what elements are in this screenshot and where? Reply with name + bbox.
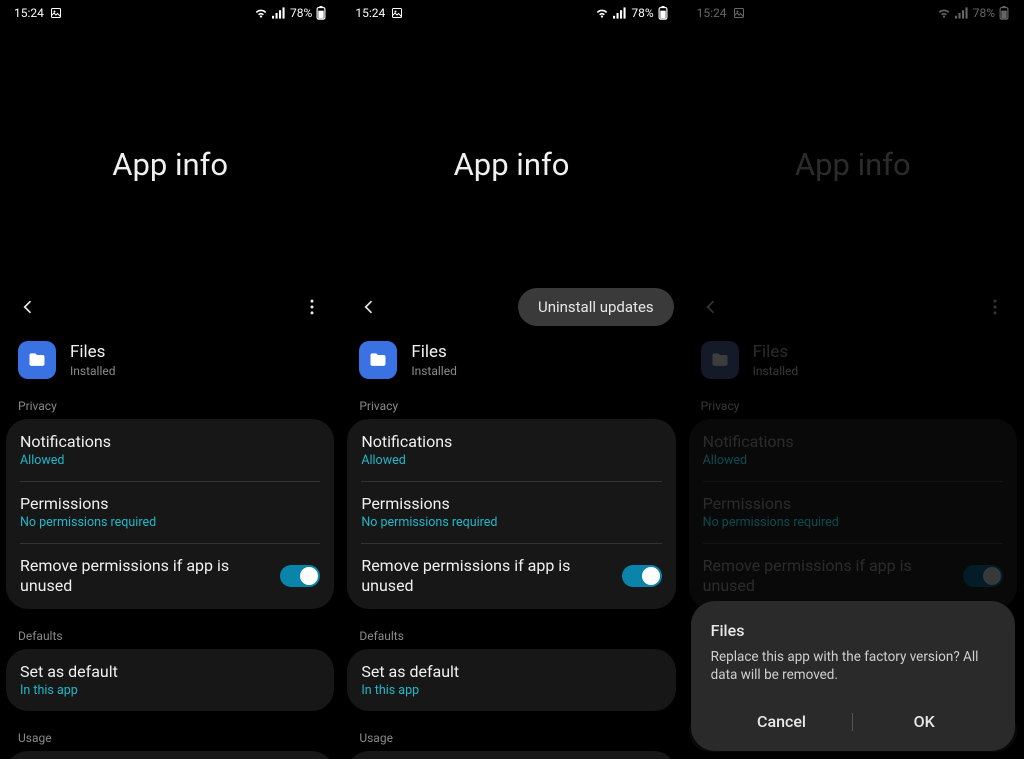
app-identity-row: Files Installed [0,331,340,393]
set-as-default-item[interactable]: Set as default In this app [347,649,675,711]
image-icon [391,7,403,19]
app-status: Installed [70,364,116,378]
phone-screen-2: 15:24 78% App info Uninstall updates [341,0,682,759]
defaults-card: Set as default In this app [347,649,675,711]
notifications-sub: Allowed [20,453,320,468]
section-header-defaults: Defaults [341,623,681,649]
remove-permissions-toggle[interactable] [280,565,320,587]
dialog-title: Files [711,621,995,640]
confirm-dialog: Files Replace this app with the factory … [691,601,1015,751]
status-bar: 15:24 78% [341,0,681,24]
set-as-default-item[interactable]: Set as default In this app [6,649,334,711]
remove-permissions-item[interactable]: Remove permissions if app is unused [6,543,334,609]
dialog-message: Replace this app with the factory versio… [711,648,995,684]
remove-permissions-toggle[interactable] [622,565,662,587]
phone-screen-1: 15:24 78% App info [0,0,341,759]
wifi-icon [595,7,609,19]
wifi-icon [254,7,268,19]
status-bar: 15:24 78% [0,0,340,24]
set-as-default-title: Set as default [361,662,661,681]
status-time: 15:24 [14,6,44,20]
phone-screen-3: 15:24 78% App info [683,0,1024,759]
permissions-sub: No permissions required [20,515,320,530]
cancel-button[interactable]: Cancel [711,706,853,737]
section-header-privacy: Privacy [341,393,681,419]
signal-icon [613,7,627,19]
section-header-usage: Usage [341,725,681,751]
toolbar [0,283,340,331]
notifications-item[interactable]: Notifications Allowed [347,419,675,481]
section-header-privacy: Privacy [0,393,340,419]
status-time: 15:24 [355,6,385,20]
battery-icon [658,6,668,20]
section-header-usage: Usage [0,725,340,751]
permissions-item[interactable]: Permissions No permissions required [347,481,675,543]
set-as-default-title: Set as default [20,662,320,681]
image-icon [50,7,62,19]
folder-icon [18,341,56,379]
mobile-data-item[interactable]: Mobile data No data used [6,751,334,759]
defaults-card: Set as default In this app [6,649,334,711]
status-battery-text: 78% [290,6,312,20]
battery-icon [316,6,326,20]
app-name: Files [70,342,116,362]
remove-permissions-title: Remove permissions if app is unused [361,556,611,596]
uninstall-updates-button[interactable]: Uninstall updates [518,288,674,326]
notifications-title: Notifications [361,432,661,451]
notifications-title: Notifications [20,432,320,451]
signal-icon [272,7,286,19]
notifications-sub: Allowed [361,453,661,468]
usage-card: Mobile data No data used [347,751,675,759]
set-as-default-sub: In this app [361,683,661,698]
set-as-default-sub: In this app [20,683,320,698]
more-options-button[interactable] [292,287,332,327]
section-header-defaults: Defaults [0,623,340,649]
status-battery-text: 78% [631,6,653,20]
mobile-data-item[interactable]: Mobile data No data used [347,751,675,759]
privacy-card: Notifications Allowed Permissions No per… [347,419,675,609]
app-name: Files [411,342,457,362]
folder-icon [359,341,397,379]
usage-card: Mobile data No data used [6,751,334,759]
ok-button[interactable]: OK [853,706,995,737]
toolbar: Uninstall updates [341,283,681,331]
notifications-item[interactable]: Notifications Allowed [6,419,334,481]
back-button[interactable] [349,287,389,327]
remove-permissions-item[interactable]: Remove permissions if app is unused [347,543,675,609]
page-title: App info [341,24,681,283]
dialog-actions: Cancel OK [711,698,995,743]
permissions-title: Permissions [361,494,661,513]
permissions-sub: No permissions required [361,515,661,530]
app-identity-row: Files Installed [341,331,681,393]
page-title: App info [0,24,340,283]
app-status: Installed [411,364,457,378]
remove-permissions-title: Remove permissions if app is unused [20,556,270,596]
permissions-item[interactable]: Permissions No permissions required [6,481,334,543]
permissions-title: Permissions [20,494,320,513]
back-button[interactable] [8,287,48,327]
privacy-card: Notifications Allowed Permissions No per… [6,419,334,609]
